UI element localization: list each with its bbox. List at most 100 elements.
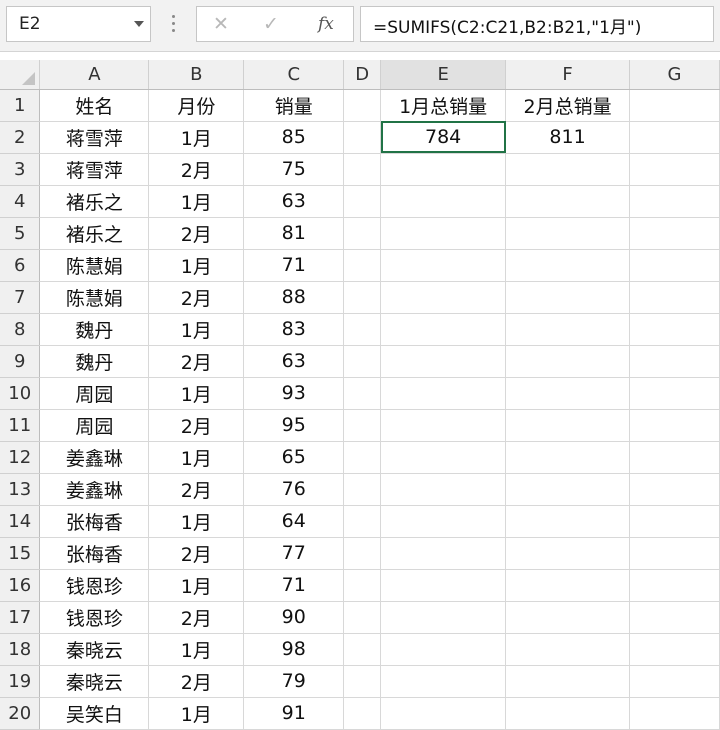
cell-b9[interactable]: 2月 <box>148 345 245 378</box>
cell-e15[interactable] <box>380 537 507 570</box>
cell-b6[interactable]: 1月 <box>148 249 245 282</box>
insert-function-icon[interactable]: fx <box>318 14 334 34</box>
cell-e3[interactable] <box>380 153 507 186</box>
cell-f5[interactable] <box>505 217 631 250</box>
cell-f7[interactable] <box>505 281 631 314</box>
cell-b11[interactable]: 2月 <box>148 409 245 442</box>
cell-g1[interactable] <box>629 89 720 122</box>
cell-e7[interactable] <box>380 281 507 314</box>
cell-e1[interactable]: 1月总销量 <box>380 89 507 122</box>
cell-c12[interactable]: 65 <box>243 441 345 474</box>
cell-d17[interactable] <box>343 601 382 634</box>
more-options-icon[interactable] <box>169 13 177 35</box>
cell-c1[interactable]: 销量 <box>243 89 345 122</box>
row-header[interactable]: 15 <box>0 537 41 570</box>
cell-f19[interactable] <box>505 665 631 698</box>
cell-g10[interactable] <box>629 377 720 410</box>
cell-e10[interactable] <box>380 377 507 410</box>
row-header[interactable]: 12 <box>0 441 41 474</box>
cell-g12[interactable] <box>629 441 720 474</box>
row-header[interactable]: 18 <box>0 633 41 666</box>
cell-b14[interactable]: 1月 <box>148 505 245 538</box>
cell-c4[interactable]: 63 <box>243 185 345 218</box>
cell-e11[interactable] <box>380 409 507 442</box>
cell-d5[interactable] <box>343 217 382 250</box>
cell-b5[interactable]: 2月 <box>148 217 245 250</box>
column-header-a[interactable]: A <box>39 60 150 90</box>
cell-f13[interactable] <box>505 473 631 506</box>
cell-e16[interactable] <box>380 569 507 602</box>
cell-g13[interactable] <box>629 473 720 506</box>
cell-b7[interactable]: 2月 <box>148 281 245 314</box>
cell-b4[interactable]: 1月 <box>148 185 245 218</box>
cell-g6[interactable] <box>629 249 720 282</box>
cell-b18[interactable]: 1月 <box>148 633 245 666</box>
cell-d8[interactable] <box>343 313 382 346</box>
cell-e19[interactable] <box>380 665 507 698</box>
cell-f11[interactable] <box>505 409 631 442</box>
cell-e13[interactable] <box>380 473 507 506</box>
cell-d6[interactable] <box>343 249 382 282</box>
enter-icon[interactable]: ✓ <box>263 13 279 35</box>
cell-g5[interactable] <box>629 217 720 250</box>
cancel-icon[interactable]: ✕ <box>213 13 229 35</box>
cell-a17[interactable]: 钱恩珍 <box>39 601 150 634</box>
row-header[interactable]: 10 <box>0 377 41 410</box>
cell-f4[interactable] <box>505 185 631 218</box>
cell-b20[interactable]: 1月 <box>148 697 245 730</box>
cell-g20[interactable] <box>629 697 720 730</box>
cell-e12[interactable] <box>380 441 507 474</box>
cell-g14[interactable] <box>629 505 720 538</box>
cell-a19[interactable]: 秦晓云 <box>39 665 150 698</box>
cell-a11[interactable]: 周园 <box>39 409 150 442</box>
cell-d10[interactable] <box>343 377 382 410</box>
row-header[interactable]: 3 <box>0 153 41 186</box>
formula-input[interactable]: =SUMIFS(C2:C21,B2:B21,"1月") <box>360 6 714 42</box>
column-header-c[interactable]: C <box>243 60 345 90</box>
column-header-e[interactable]: E <box>380 60 507 90</box>
cell-f9[interactable] <box>505 345 631 378</box>
cell-f15[interactable] <box>505 537 631 570</box>
row-header[interactable]: 1 <box>0 89 41 122</box>
cell-c8[interactable]: 83 <box>243 313 345 346</box>
cell-g8[interactable] <box>629 313 720 346</box>
row-header[interactable]: 8 <box>0 313 41 346</box>
cell-b16[interactable]: 1月 <box>148 569 245 602</box>
cell-g16[interactable] <box>629 569 720 602</box>
cell-e5[interactable] <box>380 217 507 250</box>
cell-a18[interactable]: 秦晓云 <box>39 633 150 666</box>
cell-f14[interactable] <box>505 505 631 538</box>
cell-a16[interactable]: 钱恩珍 <box>39 569 150 602</box>
cell-g7[interactable] <box>629 281 720 314</box>
row-header[interactable]: 14 <box>0 505 41 538</box>
cell-f2[interactable]: 811 <box>505 121 631 154</box>
cell-a5[interactable]: 褚乐之 <box>39 217 150 250</box>
cell-b1[interactable]: 月份 <box>148 89 245 122</box>
cell-e17[interactable] <box>380 601 507 634</box>
cell-c19[interactable]: 79 <box>243 665 345 698</box>
cell-c13[interactable]: 76 <box>243 473 345 506</box>
row-header[interactable]: 19 <box>0 665 41 698</box>
cell-f17[interactable] <box>505 601 631 634</box>
cell-a2[interactable]: 蒋雪萍 <box>39 121 150 154</box>
row-header[interactable]: 6 <box>0 249 41 282</box>
cell-g2[interactable] <box>629 121 720 154</box>
cell-d1[interactable] <box>343 89 382 122</box>
cell-e9[interactable] <box>380 345 507 378</box>
cell-e4[interactable] <box>380 185 507 218</box>
cell-b2[interactable]: 1月 <box>148 121 245 154</box>
cell-e20[interactable] <box>380 697 507 730</box>
column-header-b[interactable]: B <box>148 60 245 90</box>
cell-f20[interactable] <box>505 697 631 730</box>
cell-c16[interactable]: 71 <box>243 569 345 602</box>
cell-g3[interactable] <box>629 153 720 186</box>
cell-d3[interactable] <box>343 153 382 186</box>
cell-f8[interactable] <box>505 313 631 346</box>
row-header[interactable]: 2 <box>0 121 41 154</box>
cell-a15[interactable]: 张梅香 <box>39 537 150 570</box>
cell-a7[interactable]: 陈慧娟 <box>39 281 150 314</box>
cell-c7[interactable]: 88 <box>243 281 345 314</box>
column-header-d[interactable]: D <box>343 60 382 90</box>
cell-c14[interactable]: 64 <box>243 505 345 538</box>
cell-a12[interactable]: 姜鑫琳 <box>39 441 150 474</box>
